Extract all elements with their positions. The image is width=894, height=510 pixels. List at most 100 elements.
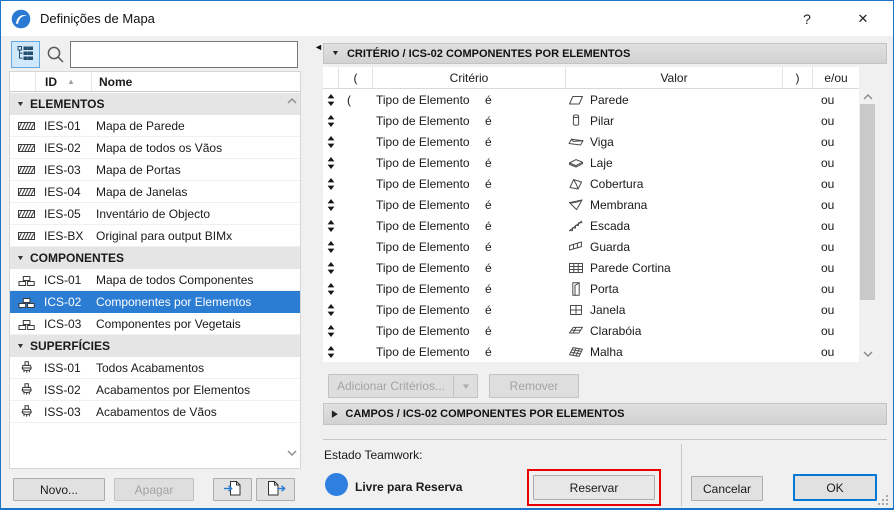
row-reorder-icon[interactable] — [323, 283, 339, 295]
scroll-up-icon[interactable] — [863, 94, 873, 100]
row-reorder-icon[interactable] — [323, 199, 339, 211]
criterion-name[interactable]: Tipo de Elemento — [373, 198, 485, 212]
logic-operator[interactable]: ou — [813, 324, 859, 338]
row-reorder-icon[interactable] — [323, 94, 339, 106]
criterion-value[interactable]: Laje — [590, 156, 613, 170]
criterio-section-header[interactable]: ▼ CRITÉRIO / ICS-02 COMPONENTES POR ELEM… — [323, 43, 887, 64]
criterion-value[interactable]: Malha — [590, 345, 623, 359]
logic-operator[interactable]: ou — [813, 303, 859, 317]
row-reorder-icon[interactable] — [323, 304, 339, 316]
list-item-ics-01[interactable]: ICS-01Mapa de todos Componentes — [10, 269, 300, 291]
criterion-operator[interactable]: é — [485, 345, 492, 359]
criterion-operator[interactable]: é — [485, 135, 492, 149]
logic-operator[interactable]: ou — [813, 219, 859, 233]
criterion-operator[interactable]: é — [485, 156, 492, 170]
criterion-name[interactable]: Tipo de Elemento — [373, 177, 485, 191]
panel-collapse-arrow-icon[interactable]: ◄ — [314, 42, 323, 52]
criteria-scrollbar[interactable] — [859, 89, 876, 362]
row-reorder-icon[interactable] — [323, 346, 339, 358]
criterion-name[interactable]: Tipo de Elemento — [373, 282, 485, 296]
row-reorder-icon[interactable] — [323, 157, 339, 169]
row-reorder-icon[interactable] — [323, 115, 339, 127]
scroll-up-icon[interactable] — [287, 98, 297, 104]
list-item-ies-02[interactable]: IES-02Mapa de todos os Vãos — [10, 137, 300, 159]
criterion-name[interactable]: Tipo de Elemento — [373, 261, 485, 275]
criteria-row[interactable]: Tipo de Elementoé Laje ou — [323, 152, 859, 173]
scroll-down-icon[interactable] — [287, 450, 297, 456]
scroll-down-icon[interactable] — [863, 351, 873, 357]
criterion-name[interactable]: Tipo de Elemento — [373, 345, 485, 359]
list-item-ies-03[interactable]: IES-03Mapa de Portas — [10, 159, 300, 181]
logic-operator[interactable]: ou — [813, 261, 859, 275]
list-item-ies-01[interactable]: IES-01Mapa de Parede — [10, 115, 300, 137]
criterion-name[interactable]: Tipo de Elemento — [373, 93, 485, 107]
criteria-row[interactable]: Tipo de Elementoé Escada ou — [323, 215, 859, 236]
list-item-iss-02[interactable]: ISS-02Acabamentos por Elementos — [10, 379, 300, 401]
criteria-row[interactable]: Tipo de Elementoé Janela ou — [323, 299, 859, 320]
criterion-operator[interactable]: é — [485, 303, 492, 317]
criterion-name[interactable]: Tipo de Elemento — [373, 324, 485, 338]
criterion-value[interactable]: Clarabóia — [590, 324, 641, 338]
campos-section-header[interactable]: ▶ CAMPOS / ICS-02 COMPONENTES POR ELEMEN… — [323, 403, 887, 425]
row-reorder-icon[interactable] — [323, 136, 339, 148]
tree-view-toggle[interactable] — [11, 41, 40, 68]
column-header-nome[interactable]: Nome — [92, 72, 300, 92]
criterion-name[interactable]: Tipo de Elemento — [373, 114, 485, 128]
section-header-elementos[interactable]: ▼ELEMENTOS — [10, 93, 300, 115]
criteria-row[interactable]: Tipo de Elementoé Cobertura ou — [323, 173, 859, 194]
logic-operator[interactable]: ou — [813, 114, 859, 128]
criterion-value[interactable]: Parede — [590, 93, 629, 107]
criterion-operator[interactable]: é — [485, 177, 492, 191]
row-reorder-icon[interactable] — [323, 220, 339, 232]
new-button[interactable]: Novo... — [13, 478, 105, 501]
ok-button[interactable]: OK — [793, 474, 877, 501]
criterion-operator[interactable]: é — [485, 240, 492, 254]
help-button[interactable]: ? — [779, 1, 835, 37]
section-header-superficies[interactable]: ▼SUPERFÍCIES — [10, 335, 300, 357]
criteria-row[interactable]: Tipo de ElementoéVigaou — [323, 131, 859, 152]
criterion-value[interactable]: Porta — [590, 282, 619, 296]
criterion-name[interactable]: Tipo de Elemento — [373, 156, 485, 170]
criterion-operator[interactable]: é — [485, 282, 492, 296]
list-item-ies-bx[interactable]: IES-BXOriginal para output BIMx — [10, 225, 300, 247]
list-item-iss-03[interactable]: ISS-03Acabamentos de Vãos — [10, 401, 300, 423]
criterion-value[interactable]: Membrana — [590, 198, 647, 212]
logic-operator[interactable]: ou — [813, 177, 859, 191]
criterion-value[interactable]: Escada — [590, 219, 630, 233]
list-item-ies-04[interactable]: IES-04Mapa de Janelas — [10, 181, 300, 203]
row-reorder-icon[interactable] — [323, 178, 339, 190]
logic-operator[interactable]: ou — [813, 345, 859, 359]
criterion-name[interactable]: Tipo de Elemento — [373, 303, 485, 317]
criterion-operator[interactable]: é — [485, 114, 492, 128]
logic-operator[interactable]: ou — [813, 135, 859, 149]
row-reorder-icon[interactable] — [323, 262, 339, 274]
close-button[interactable]: ✕ — [835, 1, 891, 37]
search-input[interactable] — [70, 41, 298, 68]
criterion-operator[interactable]: é — [485, 219, 492, 233]
export-button[interactable] — [256, 478, 295, 501]
logic-operator[interactable]: ou — [813, 240, 859, 254]
criterion-name[interactable]: Tipo de Elemento — [373, 240, 485, 254]
logic-operator[interactable]: ou — [813, 156, 859, 170]
list-item-ics-03[interactable]: ICS-03Componentes por Vegetais — [10, 313, 300, 335]
criteria-row[interactable]: Tipo de ElementoéClarabóiaou — [323, 320, 859, 341]
criterion-operator[interactable]: é — [485, 93, 492, 107]
criterion-value[interactable]: Cobertura — [590, 177, 643, 191]
logic-operator[interactable]: ou — [813, 93, 859, 107]
criterion-name[interactable]: Tipo de Elemento — [373, 219, 485, 233]
column-header-id[interactable]: ID ▲ — [36, 72, 92, 91]
criterion-operator[interactable]: é — [485, 198, 492, 212]
criterion-value[interactable]: Janela — [590, 303, 625, 317]
import-button[interactable] — [213, 478, 252, 501]
criteria-row[interactable]: Tipo de ElementoéParede Cortinaou — [323, 257, 859, 278]
logic-operator[interactable]: ou — [813, 198, 859, 212]
logic-operator[interactable]: ou — [813, 282, 859, 296]
criterion-name[interactable]: Tipo de Elemento — [373, 135, 485, 149]
resize-grip[interactable] — [877, 494, 889, 506]
list-item-ies-05[interactable]: IES-05Inventário de Objecto — [10, 203, 300, 225]
criteria-row[interactable]: Tipo de Elementoé Malha ou — [323, 341, 859, 362]
criterion-operator[interactable]: é — [485, 261, 492, 275]
scrollbar-thumb[interactable] — [860, 104, 875, 300]
list-item-ics-02[interactable]: ICS-02Componentes por Elementos — [10, 291, 300, 313]
section-header-componentes[interactable]: ▼COMPONENTES — [10, 247, 300, 269]
